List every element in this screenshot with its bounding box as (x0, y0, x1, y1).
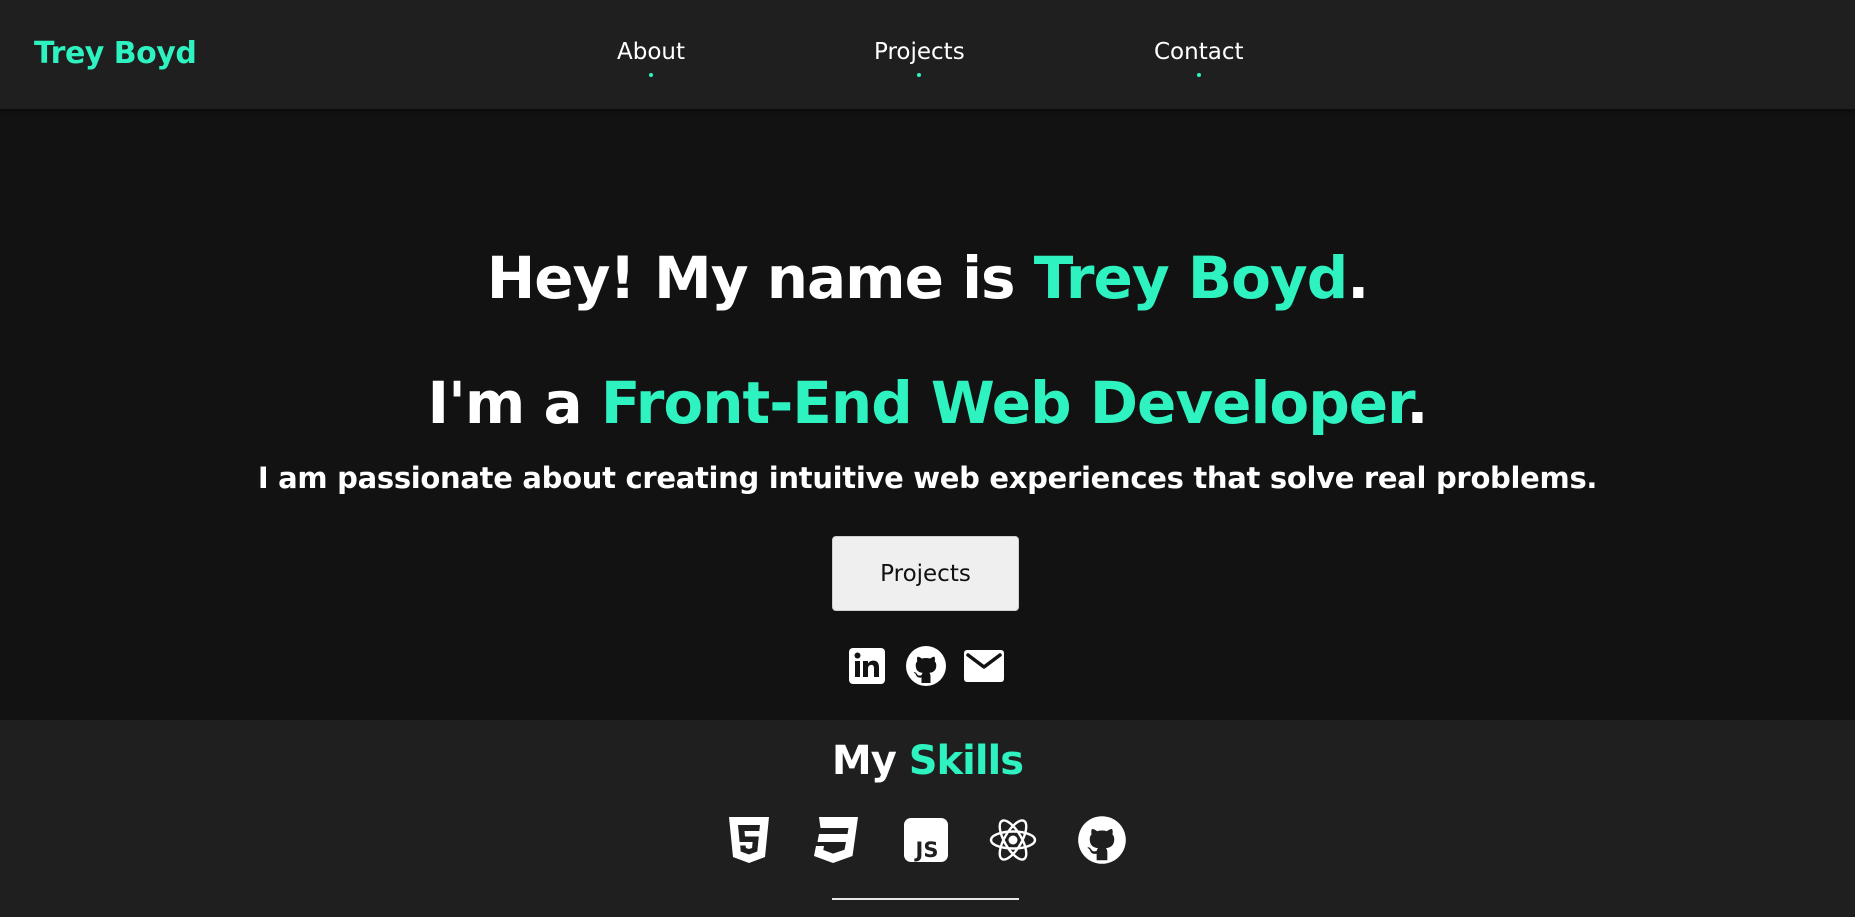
email-icon[interactable] (963, 645, 1005, 687)
nav-link-about[interactable]: About (617, 39, 686, 77)
css3-icon (814, 817, 858, 863)
skills-heading-prefix: My (831, 738, 909, 784)
nav-indicator-dot (649, 73, 653, 77)
projects-button[interactable]: Projects (832, 536, 1019, 611)
hero-section: Hey! My name is Trey Boyd. I'm a Front-E… (0, 109, 1855, 720)
react-icon (989, 819, 1037, 861)
top-navbar: Trey Boyd About Projects Contact (0, 0, 1855, 109)
nav-indicator-dot (917, 73, 922, 77)
github-icon[interactable] (905, 645, 947, 687)
skills-section: My Skills JS (0, 720, 1855, 917)
hero-role-prefix: I'm a (427, 369, 601, 437)
javascript-icon: JS (904, 818, 948, 862)
nav-link-projects[interactable]: Projects (874, 39, 965, 77)
nav-indicator-dot (1196, 73, 1201, 77)
hero-role-suffix: . (1406, 369, 1428, 437)
hero-greeting-suffix: . (1347, 244, 1369, 312)
nav-link-about-label: About (617, 39, 686, 65)
skills-divider (832, 898, 1019, 900)
hero-greeting-prefix: Hey! My name is (486, 244, 1034, 312)
skills-heading-accent: Skills (908, 738, 1024, 784)
brand-logo-text[interactable]: Trey Boyd (34, 36, 197, 71)
hero-greeting: Hey! My name is Trey Boyd. (0, 244, 1855, 312)
nav-link-contact[interactable]: Contact (1154, 39, 1244, 77)
github-icon (1078, 816, 1126, 864)
hero-role-heading: I'm a Front-End Web Developer. (0, 369, 1855, 437)
hero-role: Front-End Web Developer (600, 369, 1408, 437)
hero-tagline: I am passionate about creating intuitive… (257, 461, 1598, 495)
javascript-badge-text: JS (914, 838, 939, 862)
linkedin-icon[interactable] (846, 645, 888, 687)
skills-heading: My Skills (0, 738, 1855, 784)
nav-link-contact-label: Contact (1154, 39, 1244, 65)
hero-name: Trey Boyd (1033, 244, 1349, 312)
nav-link-projects-label: Projects (874, 39, 965, 65)
html5-icon (729, 817, 769, 863)
